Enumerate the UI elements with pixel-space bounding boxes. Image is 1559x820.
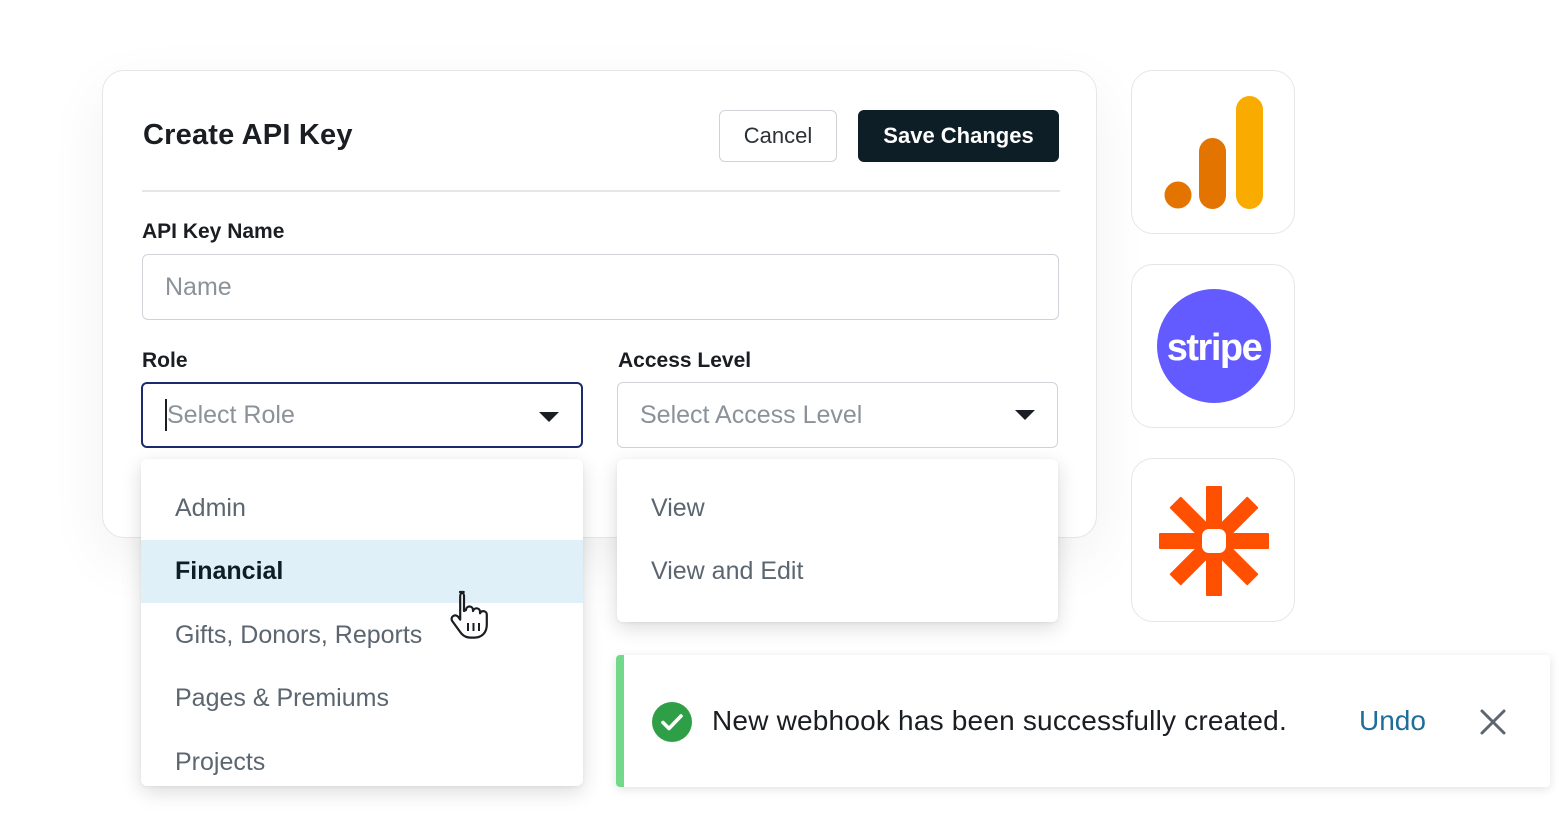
- header-divider: [142, 190, 1060, 192]
- zapier-icon: [1159, 486, 1269, 596]
- cancel-button[interactable]: Cancel: [719, 110, 837, 162]
- role-option-pages-premiums[interactable]: Pages & Premiums: [141, 667, 583, 730]
- access-level-label: Access Level: [618, 349, 752, 372]
- access-option-view-and-edit[interactable]: View and Edit: [617, 540, 1058, 603]
- stripe-icon: stripe: [1157, 289, 1271, 403]
- api-key-name-placeholder: Name: [165, 272, 232, 301]
- api-key-name-label: API Key Name: [142, 220, 285, 243]
- role-option-admin[interactable]: Admin: [141, 477, 583, 540]
- modal-title: Create API Key: [143, 119, 353, 151]
- role-select[interactable]: Select Role: [141, 382, 583, 448]
- pointer-hand-icon: [450, 590, 488, 639]
- chevron-down-icon: [539, 412, 559, 422]
- stage: Create API Key Cancel Save Changes API K…: [0, 0, 1559, 820]
- access-level-dropdown-menu: View View and Edit: [617, 459, 1058, 622]
- role-option-projects[interactable]: Projects: [141, 731, 583, 786]
- chevron-down-icon: [1015, 410, 1035, 420]
- stripe-tile[interactable]: stripe: [1131, 264, 1295, 428]
- toast-accent-bar: [616, 655, 624, 787]
- access-option-view[interactable]: View: [617, 477, 1058, 540]
- api-key-name-input[interactable]: Name: [142, 254, 1059, 320]
- success-toast: New webhook has been successfully create…: [616, 655, 1550, 787]
- access-level-select[interactable]: Select Access Level: [617, 382, 1058, 448]
- svg-text:stripe: stripe: [1167, 327, 1262, 369]
- google-analytics-tile[interactable]: [1131, 70, 1295, 234]
- check-circle-icon: [652, 702, 692, 742]
- access-level-select-placeholder: Select Access Level: [640, 400, 863, 429]
- zapier-tile[interactable]: [1131, 458, 1295, 622]
- close-icon[interactable]: [1478, 707, 1508, 737]
- google-analytics-icon: [1164, 96, 1263, 209]
- role-label: Role: [142, 349, 188, 372]
- role-option-gifts-donors-reports[interactable]: Gifts, Donors, Reports: [141, 604, 583, 667]
- role-dropdown-menu: Admin Financial Gifts, Donors, Reports P…: [141, 459, 583, 786]
- role-option-financial[interactable]: Financial: [141, 540, 583, 603]
- role-select-placeholder: Select Role: [167, 400, 295, 429]
- undo-link[interactable]: Undo: [1359, 705, 1426, 737]
- save-changes-button[interactable]: Save Changes: [858, 110, 1059, 162]
- toast-message: New webhook has been successfully create…: [712, 705, 1287, 736]
